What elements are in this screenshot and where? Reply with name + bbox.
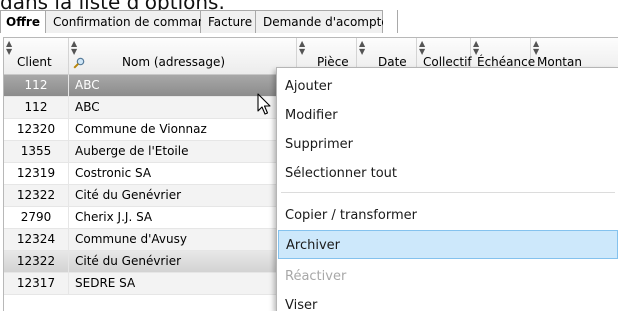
sort-icon: ▲ ▼ bbox=[299, 39, 306, 56]
sort-icon: ▲ ▼ bbox=[359, 39, 366, 56]
magnifier-icon[interactable] bbox=[73, 57, 85, 69]
cell-client: 12319 bbox=[4, 163, 69, 184]
cell-client: 1355 bbox=[4, 141, 69, 162]
sort-icon: ▲ ▼ bbox=[71, 39, 78, 56]
menu-separator bbox=[281, 192, 615, 193]
column-header-label: Client bbox=[17, 55, 52, 69]
cell-nom: SEDRE SA bbox=[75, 276, 136, 290]
menu-item-modifier[interactable]: Modifier bbox=[278, 101, 618, 130]
cell-client: 2790 bbox=[4, 207, 69, 228]
cell-client: 112 bbox=[4, 75, 69, 96]
sort-icon: ▲ ▼ bbox=[6, 39, 13, 56]
menu-item-archiver[interactable]: Archiver bbox=[278, 230, 618, 259]
cell-client: 12320 bbox=[4, 119, 69, 140]
column-header-label: Nom (adressage) bbox=[122, 55, 226, 69]
tab-facture[interactable]: Facture bbox=[200, 10, 256, 33]
menu-item-selectionner-tout[interactable]: Sélectionner tout bbox=[278, 159, 618, 188]
cell-client: 12317 bbox=[4, 273, 69, 294]
menu-item-supprimer[interactable]: Supprimer bbox=[278, 130, 618, 159]
sort-icon: ▲ ▼ bbox=[533, 39, 540, 56]
tab-offre[interactable]: Offre bbox=[0, 10, 46, 33]
tab-demande-d-acompte[interactable]: Demande d'acompte bbox=[255, 10, 389, 33]
cell-nom: Auberge de l'Etoile bbox=[75, 144, 189, 158]
cell-nom: Cité du Genévrier bbox=[75, 188, 182, 202]
tab-strip-filler bbox=[382, 10, 398, 33]
cell-client: 112 bbox=[4, 97, 69, 118]
sort-icon: ▲ ▼ bbox=[473, 39, 480, 56]
cell-nom: Cherix J.J. SA bbox=[75, 210, 153, 224]
menu-item-ajouter[interactable]: Ajouter bbox=[278, 72, 618, 101]
cell-nom: Cité du Genévrier bbox=[75, 254, 182, 268]
column-header-client[interactable]: ▲ ▼ Client bbox=[4, 38, 69, 75]
menu-item-reactiver: Réactiver bbox=[285, 269, 347, 284]
column-header-nom[interactable]: ▲ ▼ Nom (adressage) bbox=[69, 38, 297, 75]
document-type-tabs: Offre Confirmation de commande Facture D… bbox=[0, 10, 398, 33]
context-menu: Ajouter Modifier Supprimer Sélectionner … bbox=[276, 67, 618, 311]
cell-nom: Costronic SA bbox=[75, 166, 152, 180]
menu-item-copier-transformer[interactable]: Copier / transformer bbox=[278, 201, 618, 230]
tab-confirmation-de-commande[interactable]: Confirmation de commande bbox=[45, 10, 221, 33]
cell-client: 12324 bbox=[4, 229, 69, 250]
cell-client: 12322 bbox=[4, 251, 69, 272]
mouse-pointer-icon bbox=[257, 93, 271, 115]
cell-client: 12322 bbox=[4, 185, 69, 206]
cell-nom: Commune de Vionnaz bbox=[75, 122, 207, 136]
menu-item-viser[interactable]: Viser bbox=[278, 291, 618, 311]
cell-nom: Commune d'Avusy bbox=[75, 232, 187, 246]
sort-icon: ▲ ▼ bbox=[419, 39, 426, 56]
